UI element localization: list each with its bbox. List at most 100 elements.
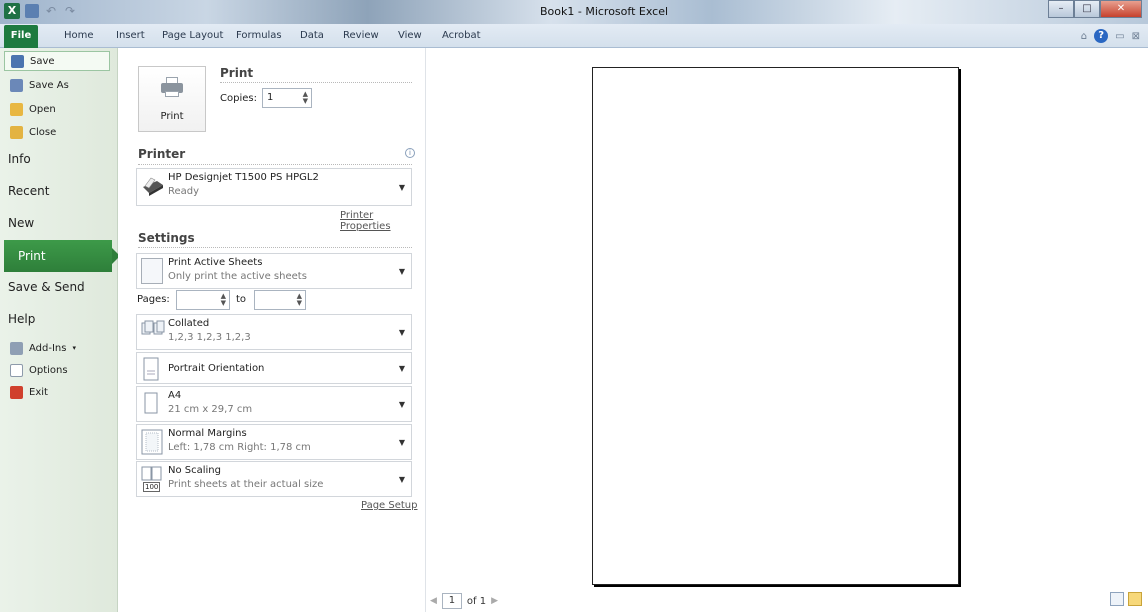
scaling-icon: 100 (141, 466, 163, 492)
printer-dropdown[interactable]: HP Designjet T1500 PS HPGL2 Ready ▼ (136, 168, 412, 206)
print-what-dropdown[interactable]: Print Active Sheets Only print the activ… (136, 253, 412, 289)
tab-home[interactable]: Home (64, 30, 94, 41)
paper-size-title: A4 (168, 390, 182, 401)
nav-open[interactable]: Open (4, 99, 110, 119)
close-workbook-icon[interactable]: ⊠ (1132, 31, 1140, 42)
tab-page-layout[interactable]: Page Layout (162, 30, 223, 41)
nav-close-label: Close (29, 126, 57, 138)
sheets-icon (141, 258, 163, 284)
nav-add-ins[interactable]: Add-Ins ▾ (4, 338, 110, 358)
chevron-down-icon: ▾ (72, 344, 76, 352)
print-what-title: Print Active Sheets (168, 257, 263, 268)
chevron-down-icon: ▼ (398, 438, 405, 447)
minimize-button[interactable]: – (1048, 0, 1074, 18)
preview-view-buttons (1110, 592, 1142, 606)
backstage-nav: Save Save As Open Close Info Recent New … (0, 48, 120, 612)
ribbon-tabs: File Home Insert Page Layout Formulas Da… (0, 24, 1148, 48)
nav-help[interactable]: Help (8, 312, 35, 326)
paper-size-desc: 21 cm x 29,7 cm (168, 404, 253, 415)
divider (220, 82, 412, 83)
print-button-label: Print (160, 111, 184, 122)
printer-properties-link[interactable]: Printer Properties (340, 210, 425, 232)
nav-info[interactable]: Info (8, 152, 31, 166)
nav-open-label: Open (29, 103, 56, 115)
print-what-desc: Only print the active sheets (168, 271, 307, 282)
tab-review[interactable]: Review (343, 30, 379, 41)
chevron-down-icon: ▼ (398, 328, 405, 337)
info-icon[interactable]: i (405, 148, 415, 158)
collated-icon (141, 319, 165, 345)
nav-print[interactable]: Print (4, 240, 120, 272)
preview-page (592, 67, 959, 585)
paper-size-dropdown[interactable]: A4 21 cm x 29,7 cm ▼ (136, 386, 412, 422)
window-title: Book1 - Microsoft Excel (539, 5, 669, 18)
collate-desc: 1,2,3 1,2,3 1,2,3 (168, 332, 251, 343)
nav-save[interactable]: Save (4, 51, 110, 71)
nav-save-send[interactable]: Save & Send (8, 280, 85, 294)
open-folder-icon (10, 102, 23, 116)
print-title: Print (220, 66, 254, 80)
nav-options[interactable]: Options (4, 360, 110, 380)
chevron-down-icon: ▼ (398, 475, 405, 484)
restore-window-icon[interactable]: ▭ (1115, 31, 1124, 42)
margins-title: Normal Margins (168, 428, 247, 439)
printer-device-icon (141, 173, 163, 199)
tab-acrobat[interactable]: Acrobat (442, 30, 481, 41)
tab-view[interactable]: View (398, 30, 422, 41)
exit-icon (10, 385, 23, 399)
tab-insert[interactable]: Insert (116, 30, 145, 41)
to-label: to (236, 294, 247, 305)
zoom-to-page-icon[interactable] (1128, 592, 1142, 606)
paper-size-icon (141, 391, 163, 417)
nav-save-label: Save (30, 55, 55, 67)
margins-desc: Left: 1,78 cm Right: 1,78 cm (168, 442, 311, 453)
collate-dropdown[interactable]: Collated 1,2,3 1,2,3 1,2,3 ▼ (136, 314, 412, 350)
page-setup-link[interactable]: Page Setup (361, 500, 418, 511)
scaling-dropdown[interactable]: 100 No Scaling Print sheets at their act… (136, 461, 412, 497)
nav-exit[interactable]: Exit (4, 382, 110, 402)
spin-arrows-icon[interactable]: ▲ ▼ (221, 293, 226, 307)
print-button[interactable]: Print (138, 66, 206, 132)
nav-recent[interactable]: Recent (8, 184, 49, 198)
divider (138, 164, 412, 165)
options-icon (10, 363, 23, 377)
add-ins-icon (10, 341, 23, 355)
show-margins-icon[interactable] (1110, 592, 1124, 606)
page-number-input[interactable]: 1 (441, 593, 462, 609)
title-bar: X ↶ ↷ Book1 - Microsoft Excel – □ ✕ (0, 0, 1148, 24)
chevron-down-icon: ▼ (398, 364, 405, 373)
next-page-icon[interactable]: ▶ (491, 596, 498, 606)
print-settings-panel: Print Print Copies: 1 ▲ ▼ Printer i HP De… (118, 48, 426, 612)
close-button[interactable]: ✕ (1100, 0, 1142, 18)
chevron-down-icon: ▼ (398, 400, 405, 409)
nav-options-label: Options (29, 364, 68, 376)
printer-status: Ready (168, 186, 200, 197)
pages-from-input[interactable]: ▲ ▼ (176, 290, 230, 310)
spin-arrows-icon[interactable]: ▲ ▼ (297, 293, 302, 307)
tab-formulas[interactable]: Formulas (236, 30, 282, 41)
window-controls: – □ ✕ (1048, 0, 1142, 18)
tab-file[interactable]: File (4, 25, 38, 48)
collate-title: Collated (168, 318, 210, 329)
nav-new[interactable]: New (8, 216, 34, 230)
orientation-value: Portrait Orientation (168, 363, 265, 374)
orientation-dropdown[interactable]: Portrait Orientation ▼ (136, 352, 412, 384)
margins-dropdown[interactable]: Normal Margins Left: 1,78 cm Right: 1,78… (136, 424, 412, 460)
nav-close[interactable]: Close (4, 122, 110, 142)
pages-to-input[interactable]: ▲ ▼ (254, 290, 306, 310)
close-folder-icon (10, 125, 23, 139)
minimize-ribbon-icon[interactable]: ⌂ (1081, 31, 1087, 42)
scaling-badge: 100 (143, 482, 161, 492)
save-icon (11, 54, 24, 68)
margins-icon (141, 429, 163, 455)
previous-page-icon[interactable]: ◀ (430, 596, 437, 606)
tab-data[interactable]: Data (300, 30, 324, 41)
maximize-button[interactable]: □ (1074, 0, 1100, 18)
copies-stepper[interactable]: 1 ▲ ▼ (262, 88, 312, 108)
spin-arrows-icon[interactable]: ▲ ▼ (303, 91, 308, 105)
nav-save-as[interactable]: Save As (4, 75, 110, 95)
help-icon[interactable]: ? (1094, 29, 1109, 43)
nav-exit-label: Exit (29, 386, 48, 398)
scaling-title: No Scaling (168, 465, 221, 476)
nav-save-as-label: Save As (29, 79, 69, 91)
